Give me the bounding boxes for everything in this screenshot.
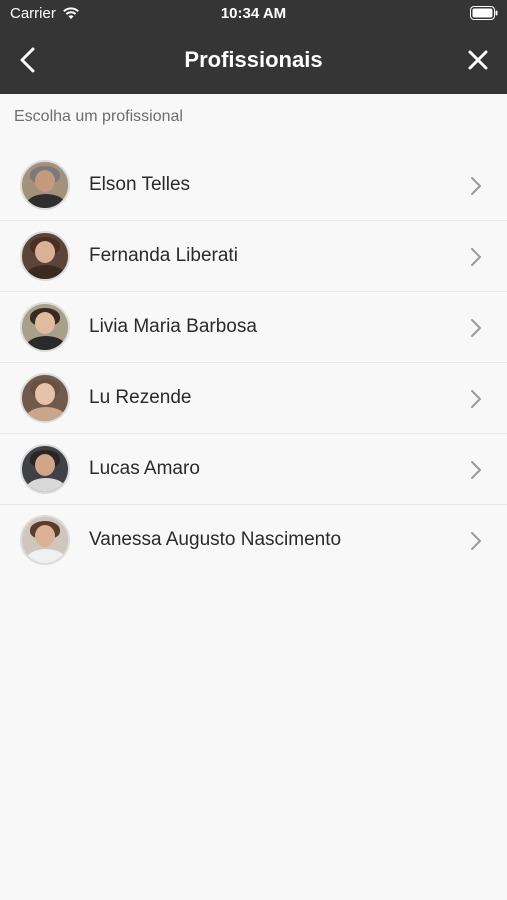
professional-name: Fernanda Liberati <box>89 245 238 266</box>
chevron-right-icon <box>471 248 481 266</box>
status-bar: Carrier 10:34 AM <box>0 0 507 28</box>
list-item[interactable]: Fernanda Liberati <box>0 221 507 292</box>
avatar <box>20 160 70 210</box>
list-item[interactable]: Lucas Amaro <box>0 434 507 505</box>
avatar-body <box>26 336 66 350</box>
avatar-face <box>35 525 55 547</box>
chevron-right-icon <box>471 461 481 479</box>
avatar-body <box>26 265 66 279</box>
list-item[interactable]: Lu Rezende <box>0 363 507 434</box>
avatar-face <box>35 312 55 334</box>
avatar <box>20 302 70 352</box>
chevron-right-icon <box>471 532 481 550</box>
avatar-face <box>35 383 55 405</box>
professional-name: Livia Maria Barbosa <box>89 316 257 337</box>
professional-name: Vanessa Augusto Nascimento <box>89 529 342 550</box>
section-label: Escolha um profissional <box>14 108 183 125</box>
chevron-right-icon <box>471 319 481 337</box>
avatar-face <box>35 170 55 192</box>
page-title: Profissionais <box>184 47 323 72</box>
avatar-body <box>26 194 66 208</box>
close-button[interactable] <box>464 46 492 74</box>
avatar-face <box>35 241 55 263</box>
professionals-list: Elson Telles Fernanda Liberati Livia Maria… <box>0 150 507 576</box>
list-item[interactable]: Livia Maria Barbosa <box>0 292 507 363</box>
nav-header: Carrier 10:34 AM Profissionais <box>0 0 507 94</box>
avatar-body <box>26 478 66 492</box>
list-item[interactable]: Elson Telles <box>0 150 507 221</box>
close-icon <box>468 50 488 70</box>
professional-name: Lucas Amaro <box>89 458 200 479</box>
clock: 10:34 AM <box>220 5 287 22</box>
avatar <box>20 515 70 565</box>
list-item[interactable]: Vanessa Augusto Nascimento <box>0 505 507 576</box>
professional-name: Elson Telles <box>89 174 191 195</box>
avatar <box>20 373 70 423</box>
professional-name: Lu Rezende <box>89 387 192 408</box>
avatar-face <box>35 454 55 476</box>
avatar-body <box>26 549 66 563</box>
battery-icon <box>470 6 498 20</box>
chevron-right-icon <box>471 177 481 195</box>
avatar <box>20 231 70 281</box>
chevron-right-icon <box>471 390 481 408</box>
avatar <box>20 444 70 494</box>
avatar-body <box>26 407 66 421</box>
